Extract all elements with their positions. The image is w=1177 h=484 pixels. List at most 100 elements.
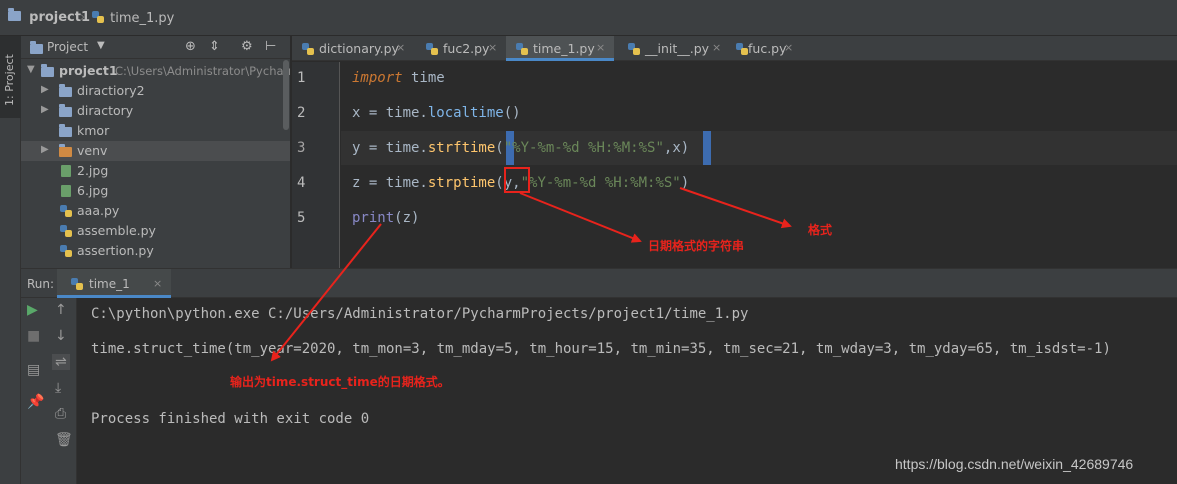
- tab-time-1-py[interactable]: time_1.py ×: [506, 36, 614, 61]
- restore-layout-icon[interactable]: ▤: [27, 362, 40, 378]
- tree-item-kmor[interactable]: kmor: [21, 121, 290, 141]
- tab-label: dictionary.py: [319, 41, 399, 56]
- close-icon[interactable]: ×: [712, 41, 721, 54]
- tree-item-diractiory2[interactable]: ▶ diractiory2: [21, 81, 290, 101]
- close-icon[interactable]: ×: [396, 41, 405, 54]
- breadcrumb-file-label: time_1.py: [110, 11, 175, 26]
- tree-item-diractory[interactable]: ▶ diractory: [21, 101, 290, 121]
- annotation-format: 格式: [808, 223, 833, 237]
- code-text: time: [402, 70, 445, 86]
- line-number: 3: [297, 140, 306, 156]
- tree-item-label: 2.jpg: [77, 163, 109, 178]
- hide-panel-icon[interactable]: ⊢: [265, 39, 276, 54]
- project-panel-header: Project ▼ ⊕ ⇕ ⚙ ⊢: [21, 36, 290, 59]
- python-file-icon: [92, 11, 104, 23]
- tree-item-label: aaa.py: [77, 203, 120, 218]
- collapsed-arrow-icon[interactable]: ▶: [41, 104, 49, 115]
- code-line-5: print(z): [352, 210, 419, 226]
- tree-item-label: kmor: [77, 123, 110, 138]
- close-icon[interactable]: ×: [153, 277, 162, 290]
- run-side-toolbar: ▶ ↑ ■ ↓ ⇌ ▤ ⤓ 📌 ⎙ 🗑: [21, 298, 77, 484]
- tree-item-label: diractiory2: [77, 83, 145, 98]
- string-literal: "%Y-%m-%d %H:%M:%S": [520, 175, 681, 191]
- close-icon[interactable]: ×: [596, 41, 605, 54]
- breadcrumb-project[interactable]: project1: [8, 8, 90, 25]
- tab-label: fuc2.py: [443, 41, 490, 56]
- tree-item-path: C:\Users\Administrator\Pycharm: [115, 64, 291, 78]
- tree-item-venv[interactable]: ▶ venv: [21, 141, 290, 161]
- line-number: 1: [297, 70, 306, 86]
- code-text: (: [495, 175, 504, 191]
- python-file-icon: [60, 205, 72, 217]
- keyword: import: [352, 70, 403, 86]
- left-tool-stripe: 1: Project: [0, 36, 21, 484]
- run-tool-header: Run: time_1 ×: [21, 268, 1177, 298]
- folder-icon: [8, 8, 21, 21]
- locate-target-icon[interactable]: ⊕: [185, 39, 196, 54]
- tab-init-py[interactable]: __init__.py ×: [618, 36, 721, 61]
- collapsed-arrow-icon[interactable]: ▶: [41, 84, 49, 95]
- image-file-icon: [61, 185, 71, 197]
- tab-dictionary-py[interactable]: dictionary.py ×: [292, 36, 407, 61]
- project-scrollbar[interactable]: [283, 60, 289, 130]
- code-text: y,: [503, 175, 521, 191]
- code-editor[interactable]: import time x = time.localtime() y = tim…: [341, 62, 1177, 268]
- folder-icon: [41, 64, 54, 77]
- code-text: x = time.: [352, 105, 428, 121]
- up-arrow-icon[interactable]: ↑: [55, 302, 67, 318]
- annotation-output-note: 输出为time.struct_time的日期格式。: [230, 375, 450, 389]
- rerun-icon[interactable]: ▶: [27, 302, 38, 318]
- image-file-icon: [61, 165, 71, 177]
- soft-wrap-icon[interactable]: ⇌: [52, 354, 70, 370]
- console-line: C:\python\python.exe C:/Users/Administra…: [91, 306, 749, 322]
- string-literal: "%Y-%m-%d %H:%M:%S": [503, 140, 664, 156]
- breadcrumb-file[interactable]: time_1.py: [92, 10, 174, 26]
- tree-item-2jpg[interactable]: 2.jpg: [21, 161, 290, 181]
- stop-icon[interactable]: ■: [27, 328, 40, 344]
- tree-item-assertion-py[interactable]: assertion.py: [21, 241, 290, 261]
- trash-icon[interactable]: 🗑: [55, 432, 73, 448]
- editor-tab-bar: dictionary.py × fuc2.py × time_1.py × __…: [292, 36, 1177, 61]
- code-text: z = time.: [352, 175, 428, 191]
- close-icon[interactable]: ×: [784, 41, 793, 54]
- project-panel-title[interactable]: Project: [47, 40, 88, 54]
- expanded-arrow-icon[interactable]: ▼: [27, 64, 35, 75]
- print-icon[interactable]: ⎙: [55, 406, 66, 422]
- tree-item-label: 6.jpg: [77, 183, 109, 198]
- tab-label: fuc.py: [748, 41, 787, 56]
- python-file-icon: [426, 43, 438, 55]
- excluded-folder-icon: [59, 144, 72, 157]
- run-tab-time-1[interactable]: time_1 ×: [57, 269, 171, 298]
- line-number-gutter: 1 2 3 4 5: [292, 62, 340, 268]
- console-line: Process finished with exit code 0: [91, 411, 370, 427]
- tree-item-label: diractory: [77, 103, 134, 118]
- code-text: (z): [394, 210, 420, 226]
- tab-fuc-py[interactable]: fuc.py ×: [726, 36, 806, 61]
- code-text: ): [680, 175, 690, 191]
- line-number: 5: [297, 210, 306, 226]
- breadcrumb-bar: project1 › time_1.py: [0, 0, 1177, 36]
- tree-item-project1[interactable]: ▼ project1 C:\Users\Administrator\Pychar…: [21, 61, 291, 81]
- scroll-to-end-icon[interactable]: ⤓: [55, 380, 61, 396]
- folder-icon: [59, 84, 72, 97]
- python-file-icon: [60, 245, 72, 257]
- run-label: Run:: [27, 277, 55, 291]
- brace-match-marker: [703, 131, 711, 165]
- pin-icon[interactable]: 📌: [27, 394, 44, 410]
- tree-item-assemble-py[interactable]: assemble.py: [21, 221, 290, 241]
- gear-icon[interactable]: ⚙: [241, 39, 253, 54]
- code-line-2: x = time.localtime(): [352, 105, 521, 121]
- collapsed-arrow-icon[interactable]: ▶: [41, 144, 49, 155]
- project-view-icon: [30, 41, 43, 54]
- close-icon[interactable]: ×: [488, 41, 497, 54]
- tree-item-label: assertion.py: [77, 243, 154, 258]
- project-tool-tab[interactable]: 1: Project: [0, 36, 21, 118]
- tab-label: __init__.py: [645, 41, 710, 56]
- collapse-all-icon[interactable]: ⇕: [209, 39, 220, 54]
- chevron-down-icon[interactable]: ▼: [97, 40, 105, 51]
- tree-item-6jpg[interactable]: 6.jpg: [21, 181, 290, 201]
- down-arrow-icon[interactable]: ↓: [55, 328, 67, 344]
- tab-fuc2-py[interactable]: fuc2.py ×: [416, 36, 502, 61]
- tree-item-aaa-py[interactable]: aaa.py: [21, 201, 290, 221]
- annotation-date-format-string: 日期格式的字符串: [648, 239, 745, 253]
